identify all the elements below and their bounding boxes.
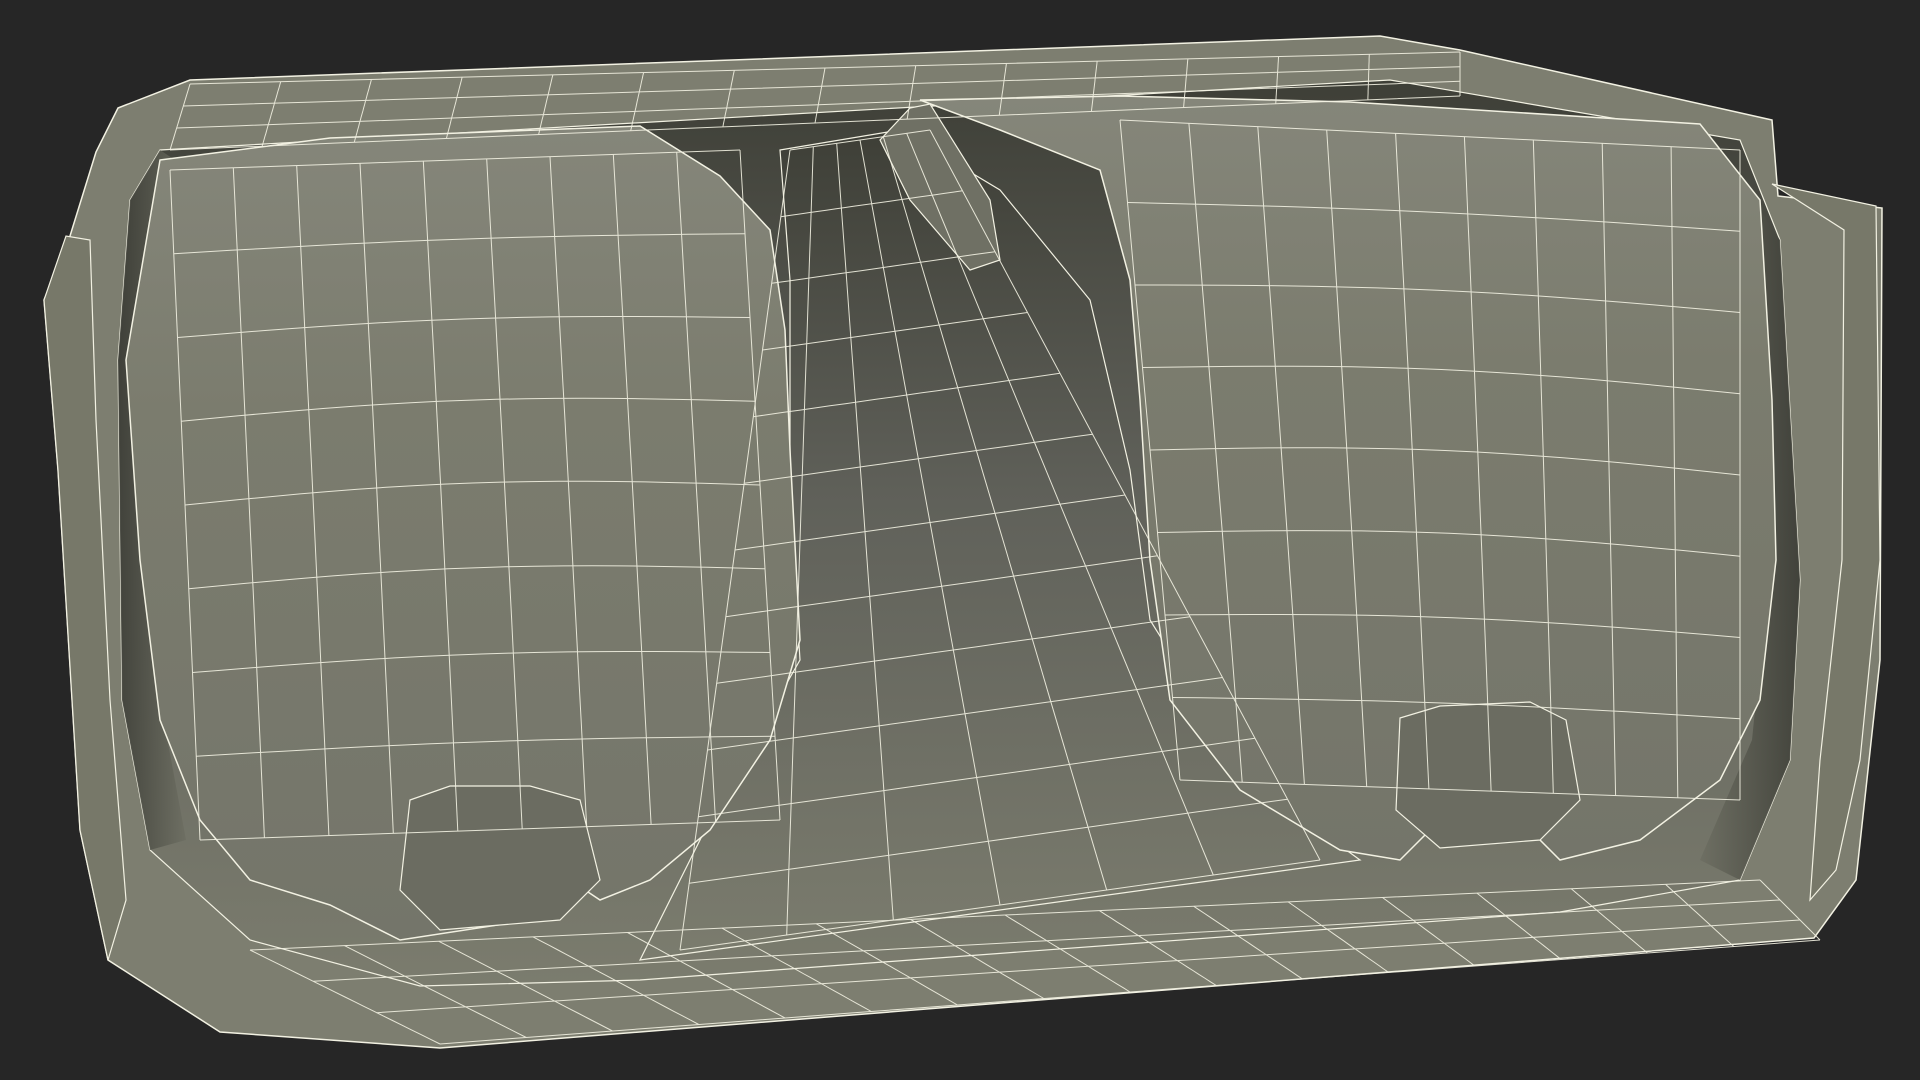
mesh-render bbox=[43, 35, 1883, 1049]
left-belt-notch bbox=[399, 785, 601, 931]
render-viewport bbox=[0, 0, 1920, 1080]
